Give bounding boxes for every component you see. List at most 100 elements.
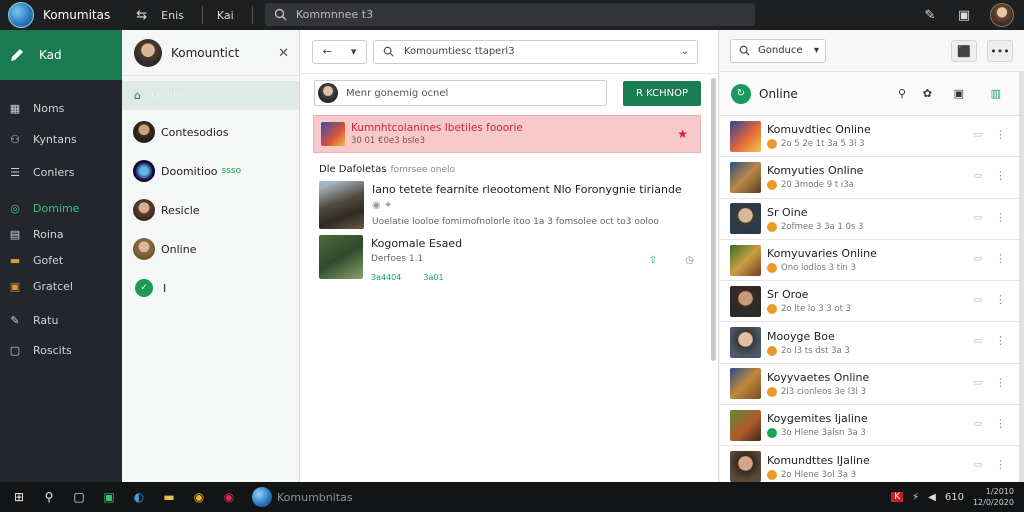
app-icon-green[interactable]: ▣ — [98, 486, 120, 508]
nav-item-noms[interactable]: ▦ Noms — [0, 95, 122, 121]
camera-icon[interactable]: ◉ — [372, 200, 381, 211]
nav-item-gofet[interactable]: ▬ Gofet — [0, 247, 122, 273]
clock[interactable]: 1/2010 12/0/2020 — [973, 486, 1014, 508]
feed-item[interactable]: Kogomale Esaed Derfoes 1.1 3a4404 3a01 ⇧ … — [300, 229, 718, 282]
nav-item-roina[interactable]: ▤ Roina — [0, 221, 122, 247]
start-icon[interactable]: ⊞ — [8, 486, 30, 508]
contacts-online-item[interactable]: ⌂ Online — [122, 81, 299, 110]
contact-row[interactable]: Doomitioo ssso — [122, 154, 299, 188]
share-icon[interactable]: ⇧ — [649, 255, 657, 266]
more-vertical-icon[interactable]: ⋮ — [995, 252, 1006, 265]
more-vertical-icon[interactable]: ⋮ — [995, 376, 1006, 389]
pin-icon[interactable]: ⚲ — [898, 87, 906, 100]
search-icon — [383, 46, 394, 57]
swap-icon[interactable]: ⇆ — [136, 8, 147, 23]
alert-banner[interactable]: Kumnhtcolanines Ibetiles fooorie 30 01 €… — [313, 115, 701, 153]
more-vertical-icon[interactable]: ⋮ — [995, 169, 1006, 182]
volume-icon[interactable]: ◀ — [928, 492, 936, 503]
scrollbar[interactable] — [1019, 72, 1024, 482]
system-tray: K ⚡ ◀ 610 1/2010 12/0/2020 — [891, 486, 1014, 508]
nav-item-kyntans[interactable]: ⚇ Kyntans — [0, 126, 122, 152]
status-dot-icon — [767, 469, 777, 480]
window-icon[interactable]: ▣ — [954, 87, 964, 100]
taskbar-app-komumitas[interactable]: Komumbnitas — [252, 487, 353, 507]
settings-icon[interactable]: ✿ — [923, 87, 932, 100]
online-row[interactable]: Sr Oroe 2o lte lo 3 3 ot 3 ▭ ⋮ — [720, 281, 1024, 323]
chevron-down-icon[interactable]: ⌄ — [681, 46, 689, 57]
online-row[interactable]: Komuvdtiec Online 2o 5 2e 1t 3a 5 3l 3 ▭ ⋮ — [720, 116, 1024, 158]
contact-row[interactable]: Resicle — [122, 193, 299, 227]
tray-app-icon[interactable]: K — [891, 492, 904, 502]
online-row-meta: 2o lte lo 3 3 ot 3 — [781, 304, 852, 315]
more-vertical-icon[interactable]: ⋮ — [995, 458, 1006, 471]
online-row[interactable]: Koyyvaetes Online 2l3 cionleos 3e l3l 3 ▭ ⋮ — [720, 363, 1024, 406]
alert-meta: 30 01 €0e3 bsle3 — [351, 136, 426, 146]
search-input[interactable]: Kommnnee t3 — [265, 3, 755, 26]
more-vertical-icon[interactable]: ⋮ — [995, 128, 1006, 141]
message-icon[interactable]: ▭ — [973, 419, 982, 429]
feed-item[interactable]: Iano tetete fearnite rleootoment Nlo For… — [300, 175, 718, 229]
star-icon[interactable]: ★ — [677, 127, 688, 141]
online-row-name: Komyuties Online — [767, 164, 864, 178]
pin-icon[interactable]: ✎ — [922, 7, 938, 23]
more-vertical-icon[interactable]: ⋮ — [995, 417, 1006, 430]
message-icon[interactable]: ▭ — [973, 378, 982, 388]
online-row[interactable]: Mooyge Boe 2o l3 ts dst 3a 3 ▭ ⋮ — [720, 322, 1024, 364]
chevron-down-icon[interactable]: ▾ — [351, 45, 357, 58]
window-icon[interactable]: ▣ — [956, 7, 972, 23]
online-row[interactable]: Sr Oine 2ofmee 3 3a 1 0s 3 ▭ ⋮ — [720, 198, 1024, 240]
menu-kai[interactable]: Kai — [217, 9, 234, 22]
menu-enis[interactable]: Enis — [161, 9, 184, 22]
online-row-meta: 2l3 cionleos 3e l3l 3 — [781, 386, 867, 397]
taskview-icon[interactable]: ▢ — [68, 486, 90, 508]
grid-icon[interactable]: ▥ — [991, 87, 1001, 100]
pin-icon[interactable]: ✦ — [384, 200, 392, 211]
nav-home[interactable]: Kad — [0, 30, 122, 80]
online-row[interactable]: Koygemites Ijaline 3o Hlene 3alsn 3a 3 ▭ ⋮ — [720, 405, 1024, 447]
lock-button[interactable]: ⬛ — [951, 40, 977, 62]
app-icon-edge[interactable]: ◐ — [128, 486, 150, 508]
lock-icon: ⬛ — [957, 44, 971, 58]
user-avatar[interactable] — [990, 3, 1014, 27]
online-row[interactable]: Komyuvaries Online Ono lodlos 3 tin 3 ▭ ⋮ — [720, 239, 1024, 282]
nav-item-gratcel[interactable]: ▣ Gratcel — [0, 273, 122, 299]
post-button[interactable]: R KCHNOP — [623, 80, 701, 106]
avatar[interactable] — [134, 38, 162, 67]
more-vertical-icon[interactable]: ⋮ — [995, 211, 1006, 224]
more-vertical-icon[interactable]: ⋮ — [995, 334, 1006, 347]
message-icon[interactable]: ▭ — [973, 213, 982, 223]
folder-icon[interactable]: ▬ — [158, 486, 180, 508]
app-icon-chrome[interactable]: ◉ — [188, 486, 210, 508]
online-thumbnail — [730, 161, 761, 193]
filter-dropdown[interactable]: Gonduce ▾ — [730, 38, 826, 63]
message-icon[interactable]: ▭ — [973, 460, 982, 470]
message-icon[interactable]: ▭ — [973, 254, 982, 264]
address-field[interactable]: Komoumtiesc ttaperl3 ⌄ — [373, 39, 698, 64]
app-icon-red[interactable]: ◉ — [218, 486, 240, 508]
contact-row[interactable]: Contesodios — [122, 115, 299, 149]
status-dot-icon — [767, 263, 777, 274]
nav-label: Conlers — [33, 165, 75, 179]
scrollbar[interactable] — [711, 78, 716, 361]
message-icon[interactable]: ▭ — [973, 336, 982, 346]
clock-icon[interactable]: ◷ — [685, 255, 694, 266]
nav-label: Gofet — [33, 253, 64, 267]
nav-item-domime[interactable]: ◎ Domime — [0, 195, 122, 221]
network-icon[interactable]: ⚡ — [912, 492, 919, 503]
close-icon[interactable]: ✕ — [278, 46, 289, 61]
online-row[interactable]: Komyuties Online 20 3mode 9 t i3a ▭ ⋮ — [720, 157, 1024, 199]
more-vertical-icon[interactable]: ⋮ — [995, 293, 1006, 306]
nav-item-ratu[interactable]: ✎ Ratu — [0, 307, 122, 333]
users-icon: ⚇ — [10, 132, 20, 146]
message-icon[interactable]: ▭ — [973, 295, 982, 305]
contact-row[interactable]: Online — [122, 232, 299, 266]
nav-item-conlers[interactable]: ☰ Conlers — [0, 159, 122, 185]
message-icon[interactable]: ▭ — [973, 130, 982, 140]
nav-item-roscits[interactable]: ▢ Roscits — [0, 337, 122, 363]
back-icon[interactable]: ← — [323, 45, 332, 58]
message-icon[interactable]: ▭ — [973, 171, 982, 181]
compose-input[interactable]: Menr gonemig ocnel — [314, 80, 607, 106]
more-button[interactable]: ••• — [987, 40, 1013, 62]
search-icon[interactable]: ⚲ — [38, 486, 60, 508]
contact-row[interactable]: ✓ I — [122, 271, 299, 305]
